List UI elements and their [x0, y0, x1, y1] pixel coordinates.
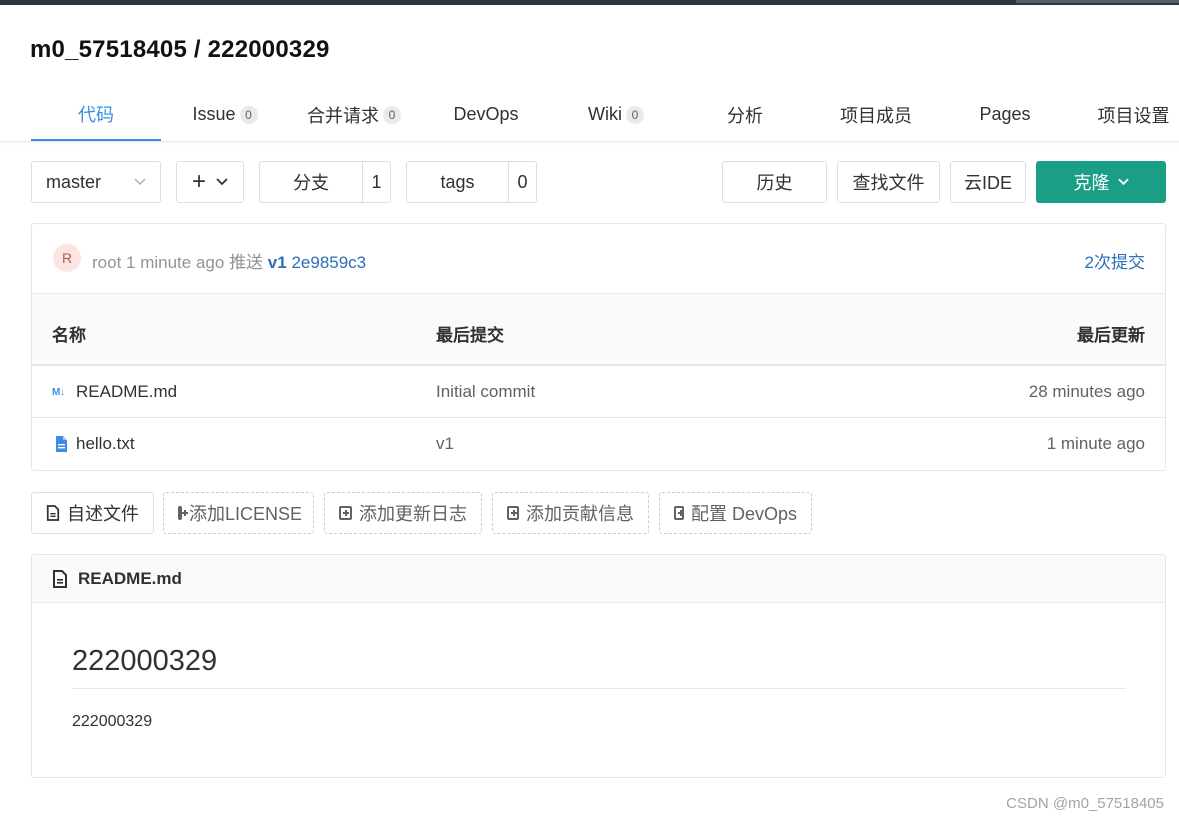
readme-heading: 222000329: [72, 645, 1126, 689]
tags-count: 0: [508, 162, 536, 202]
repo-title[interactable]: m0_57518405 / 222000329: [30, 36, 330, 64]
readme-header: README.md: [32, 555, 1165, 603]
file-updated-time: 28 minutes ago: [1028, 382, 1145, 401]
chevron-down-icon: [134, 178, 146, 186]
issue-count-badge: 0: [239, 105, 258, 124]
commit-time: 1 minute ago: [126, 253, 225, 272]
add-menu-button[interactable]: +: [176, 161, 244, 203]
plus-square-icon: [674, 506, 684, 520]
readme-button-label: 自述文件: [67, 504, 139, 524]
document-icon: [53, 569, 67, 588]
document-icon: [46, 505, 60, 521]
readme-panel: README.md 222000329 222000329: [31, 554, 1166, 778]
file-icon: [56, 436, 67, 452]
tab-label: Wiki: [588, 104, 622, 124]
tab-label: 项目设置: [1097, 105, 1170, 126]
tab-members[interactable]: 项目成员: [826, 88, 926, 141]
branches-button[interactable]: 分支 1: [259, 161, 391, 203]
tab-label: DevOps: [453, 104, 519, 124]
tab-label: Pages: [979, 104, 1031, 124]
clone-label: 克隆: [1073, 173, 1110, 193]
table-row[interactable]: M↓ README.md Initial commit 28 minutes a…: [32, 366, 1165, 418]
readme-filename[interactable]: README.md: [78, 569, 182, 589]
add-license-label: 添加LICENSE: [189, 504, 303, 524]
branches-count: 1: [362, 162, 390, 202]
column-header-last-commit: 最后提交: [436, 326, 504, 345]
tab-pages[interactable]: Pages: [966, 88, 1044, 141]
history-button[interactable]: 历史: [722, 161, 827, 203]
commit-action: 推送: [229, 253, 264, 272]
tab-label: 合并请求: [307, 105, 379, 126]
chevron-down-icon: [216, 178, 228, 186]
commit-tag-link[interactable]: v1: [268, 253, 287, 272]
tab-issue[interactable]: Issue 0: [172, 88, 278, 141]
cloud-ide-button[interactable]: 云IDE: [950, 161, 1026, 203]
top-bar-segment: [1016, 0, 1179, 3]
avatar[interactable]: R: [53, 244, 81, 272]
markdown-icon: M↓: [52, 386, 65, 398]
plus-square-icon: [507, 506, 519, 520]
clone-button[interactable]: 克隆: [1036, 161, 1166, 203]
tab-label: 分析: [727, 105, 763, 126]
watermark: CSDN @m0_57518405: [1006, 795, 1164, 812]
add-changelog-label: 添加更新日志: [359, 504, 467, 524]
commit-meta: root 1 minute ago 推送 v1 2e9859c3: [92, 248, 366, 273]
add-contributing-button[interactable]: 添加贡献信息: [492, 492, 649, 534]
tab-label: 项目成员: [840, 105, 912, 126]
file-table-header: 名称 最后提交 最后更新: [32, 294, 1165, 366]
branch-select-value: master: [46, 171, 102, 192]
readme-body: 222000329: [72, 713, 153, 730]
add-changelog-button[interactable]: 添加更新日志: [324, 492, 482, 534]
readme-button[interactable]: 自述文件: [31, 492, 154, 534]
file-link[interactable]: hello.txt: [52, 434, 135, 454]
add-contributing-label: 添加贡献信息: [526, 504, 634, 524]
find-file-button[interactable]: 查找文件: [837, 161, 940, 203]
add-license-button[interactable]: 添加LICENSE: [163, 492, 314, 534]
merge-request-count-badge: 0: [383, 105, 401, 124]
tab-merge-requests[interactable]: 合并请求 0: [296, 88, 412, 141]
file-link[interactable]: M↓ README.md: [52, 382, 177, 402]
file-commit-message[interactable]: Initial commit: [436, 382, 535, 402]
plus-icon: +: [191, 168, 206, 195]
plus-square-icon: [178, 506, 188, 520]
file-browser-panel: R root 1 minute ago 推送 v1 2e9859c3 2次提交 …: [31, 223, 1166, 471]
file-name: README.md: [76, 382, 178, 401]
commit-count-link[interactable]: 2次提交: [1085, 248, 1145, 273]
wiki-count-badge: 0: [626, 105, 644, 124]
commit-author[interactable]: root: [92, 253, 121, 272]
top-bar: [0, 0, 1179, 5]
repo-tabs: 代码 Issue 0 合并请求 0 DevOps Wiki 0 分析 项目成员 Pag…: [0, 88, 1179, 142]
file-updated-time: 1 minute ago: [1046, 434, 1145, 453]
column-header-name: 名称: [52, 326, 86, 345]
tab-label: Issue: [192, 104, 236, 124]
tab-analytics[interactable]: 分析: [708, 88, 782, 141]
configure-devops-button[interactable]: 配置 DevOps: [659, 492, 812, 534]
table-row[interactable]: hello.txt v1 1 minute ago: [32, 418, 1165, 470]
configure-devops-label: 配置 DevOps: [690, 504, 797, 524]
file-commit-message[interactable]: v1: [436, 434, 454, 454]
tab-label: 代码: [78, 104, 114, 125]
tags-label: tags: [440, 171, 475, 192]
tab-wiki[interactable]: Wiki 0: [568, 88, 664, 141]
column-header-last-update: 最后更新: [1077, 326, 1145, 345]
tab-code[interactable]: 代码: [31, 88, 161, 141]
plus-square-icon: [339, 506, 352, 520]
chevron-down-icon: [1117, 178, 1129, 186]
file-name: hello.txt: [76, 434, 135, 453]
tab-devops[interactable]: DevOps: [440, 88, 532, 141]
branch-select[interactable]: master: [31, 161, 161, 203]
tab-settings[interactable]: 项目设置: [1088, 88, 1179, 141]
tags-button[interactable]: tags 0: [406, 161, 537, 203]
branches-label: 分支: [293, 173, 329, 193]
last-commit-row: R root 1 minute ago 推送 v1 2e9859c3 2次提交: [32, 224, 1165, 294]
commit-sha-link[interactable]: 2e9859c3: [291, 253, 366, 272]
